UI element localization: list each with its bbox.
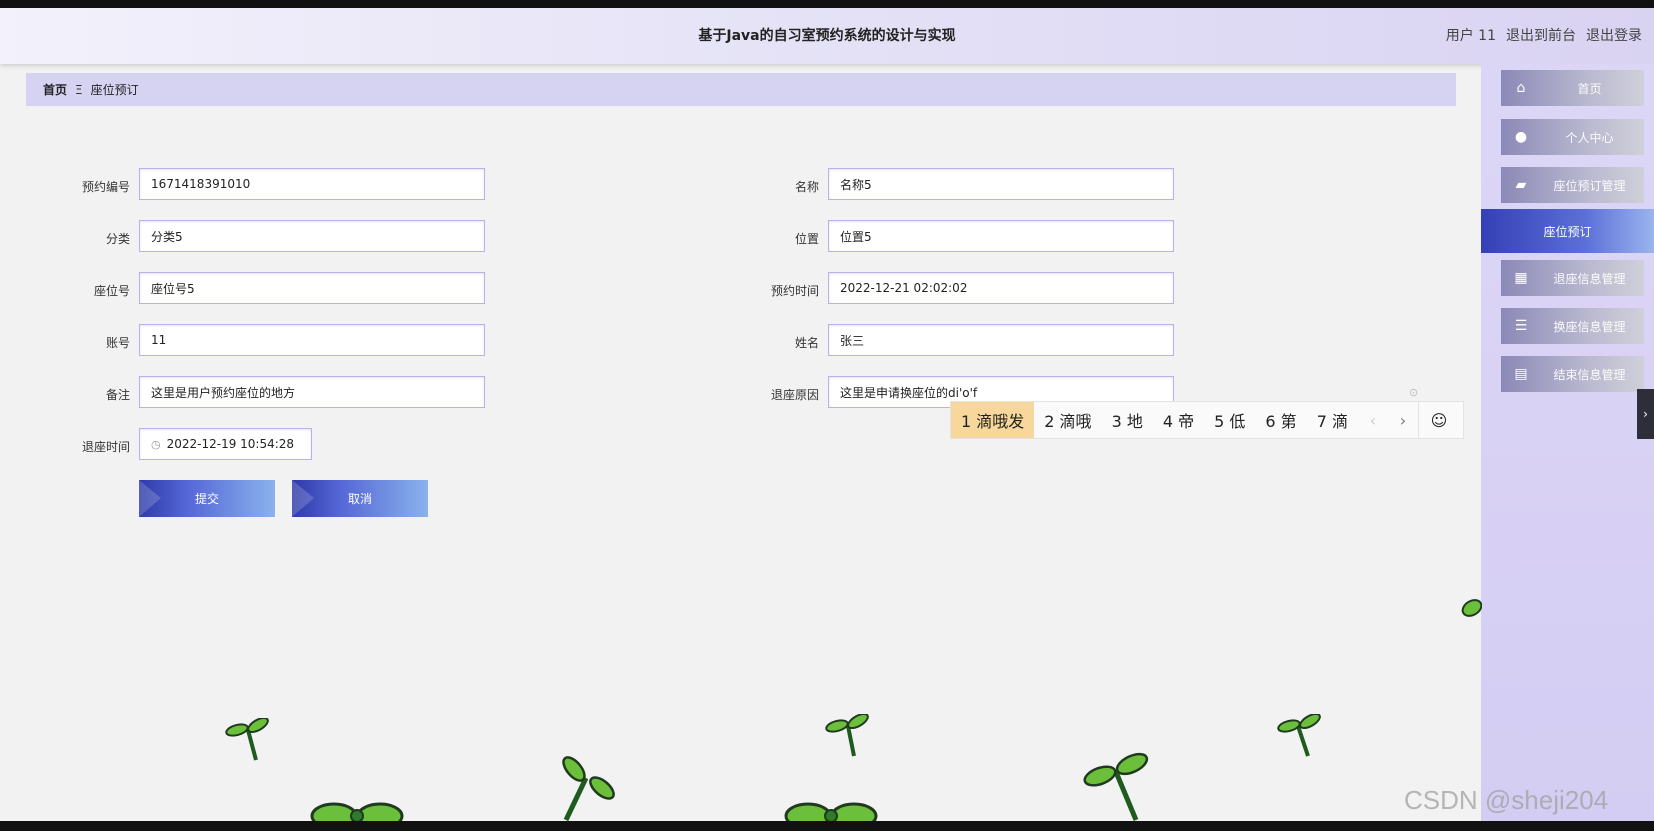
booking-no-label: 预约编号 — [81, 180, 130, 194]
sidebar-item-label: 首页 — [1577, 81, 1602, 96]
submit-button-label: 提交 — [194, 492, 219, 506]
booking-no-field[interactable]: 1671418391010 — [139, 168, 485, 200]
remark-field[interactable]: 这里是用户预约座位的地方 — [139, 376, 485, 408]
ticket-icon: ▰ — [1515, 177, 1527, 193]
watermark: CSDN @sheji204 — [1404, 785, 1609, 815]
return-time-field[interactable]: ◷ 2022-12-19 10:54:28 — [139, 428, 312, 460]
chevron-right-icon[interactable]: › — [1388, 411, 1418, 430]
page-title: 基于Java的自习室预约系统的设计与实现 — [698, 28, 956, 44]
seat-no-field[interactable]: 座位号5 — [139, 272, 485, 304]
header-bar: 基于Java的自习室预约系统的设计与实现 用户 11 退出到前台 退出登录 — [0, 8, 1654, 64]
list-icon: ☰ — [1514, 318, 1528, 334]
booking-time-field[interactable]: 2022-12-21 02:02:02 — [828, 272, 1174, 304]
ime-candidate[interactable]: 7 滴 — [1307, 402, 1358, 438]
sidebar-item-seat-booking[interactable]: 座位预订 — [1481, 209, 1654, 253]
category-field[interactable]: 分类5 — [139, 220, 485, 252]
sidebar-item-home[interactable]: ⌂ 首页 — [1501, 70, 1644, 106]
ime-candidate[interactable]: 3 地 — [1102, 402, 1153, 438]
emoji-icon[interactable]: ☺ — [1417, 402, 1459, 438]
clock-icon: ◷ — [151, 437, 161, 451]
sidebar-item-booking-manage[interactable]: ▰ 座位预订管理 — [1501, 167, 1644, 203]
cancel-button-label: 取消 — [347, 492, 372, 506]
name-field[interactable]: 名称5 — [828, 168, 1174, 200]
header-actions: 用户 11 退出到前台 退出登录 — [1446, 8, 1642, 64]
grid-icon: ▦ — [1514, 270, 1528, 286]
location-field[interactable]: 位置5 — [828, 220, 1174, 252]
category-label: 分类 — [105, 232, 130, 246]
sidebar-toggle[interactable]: › — [1637, 389, 1654, 439]
plant-decoration — [1277, 714, 1321, 757]
home-icon: ⌂ — [1516, 80, 1526, 96]
bottom-edge — [0, 821, 1654, 831]
user-label: 用户 11 — [1445, 28, 1496, 44]
remark-label: 备注 — [105, 388, 130, 402]
ime-candidate[interactable]: 2 滴哦 — [1034, 402, 1101, 438]
breadcrumb-separator: Ξ — [75, 82, 83, 97]
cancel-button[interactable]: 取消 — [292, 480, 428, 517]
booking-time-label: 预约时间 — [770, 284, 819, 298]
sidebar-item-label: 退座信息管理 — [1553, 271, 1626, 286]
plant-decoration — [825, 714, 869, 757]
logout-link[interactable]: 退出登录 — [1586, 8, 1642, 64]
user-icon: ● — [1514, 129, 1528, 145]
plant-decoration — [1461, 599, 1482, 617]
sidebar-item-return-manage[interactable]: ▦ 退座信息管理 — [1501, 260, 1644, 296]
ime-candidate[interactable]: 6 第 — [1255, 402, 1306, 438]
location-label: 位置 — [794, 232, 819, 246]
book-icon: ▤ — [1514, 366, 1528, 382]
chevron-decoration-icon — [139, 480, 161, 517]
account-label: 账号 — [105, 336, 130, 350]
return-reason-label: 退座原因 — [770, 388, 819, 402]
ime-candidate[interactable]: 5 低 — [1204, 402, 1255, 438]
seat-no-label: 座位号 — [93, 284, 130, 298]
top-edge — [0, 0, 1654, 8]
sidebar: ⌂ 首页 ● 个人中心 ▰ 座位预订管理 ▦ 退座信息管理 ☰ 换座信息管理 ▤… — [1481, 64, 1654, 821]
ime-candidate-bar: 1 滴哦发 2 滴哦 3 地 4 帝 5 低 6 第 7 滴 ‹ › ☺ — [950, 401, 1464, 439]
sidebar-item-label: 结束信息管理 — [1553, 367, 1626, 382]
plant-decoration — [784, 802, 878, 821]
name-label: 名称 — [794, 180, 819, 194]
return-time-value: 2022-12-19 10:54:28 — [166, 437, 295, 451]
ime-candidate[interactable]: 4 帝 — [1153, 402, 1204, 438]
plant-decoration — [225, 718, 269, 761]
plant-decoration — [1083, 752, 1149, 821]
chevron-right-icon: › — [1643, 407, 1648, 421]
breadcrumb: 首页 Ξ 座位预订 — [26, 73, 1456, 106]
sidebar-item-end-manage[interactable]: ▤ 结束信息管理 — [1501, 356, 1644, 392]
sidebar-item-label: 个人中心 — [1565, 130, 1614, 145]
plant-decoration — [310, 802, 404, 821]
account-field[interactable]: 11 — [139, 324, 485, 356]
plant-decoration — [562, 756, 615, 822]
real-name-field[interactable]: 张三 — [828, 324, 1174, 356]
submit-button[interactable]: 提交 — [139, 480, 275, 517]
real-name-label: 姓名 — [794, 336, 819, 350]
ime-candidate[interactable]: 1 滴哦发 — [951, 402, 1035, 438]
clear-icon[interactable]: ⊙ — [1409, 386, 1418, 399]
sidebar-item-swap-manage[interactable]: ☰ 换座信息管理 — [1501, 308, 1644, 344]
breadcrumb-current: 座位预订 — [90, 83, 139, 97]
sidebar-item-profile[interactable]: ● 个人中心 — [1501, 119, 1644, 155]
sidebar-item-label: 座位预订管理 — [1553, 178, 1626, 193]
return-time-label: 退座时间 — [81, 440, 130, 454]
chevron-decoration-icon — [292, 480, 314, 517]
breadcrumb-home[interactable]: 首页 — [43, 81, 67, 98]
back-to-front-link[interactable]: 退出到前台 — [1506, 8, 1576, 64]
sidebar-item-label: 换座信息管理 — [1553, 319, 1626, 334]
sidebar-item-label: 座位预订 — [1543, 224, 1592, 239]
chevron-left-icon[interactable]: ‹ — [1358, 411, 1388, 430]
